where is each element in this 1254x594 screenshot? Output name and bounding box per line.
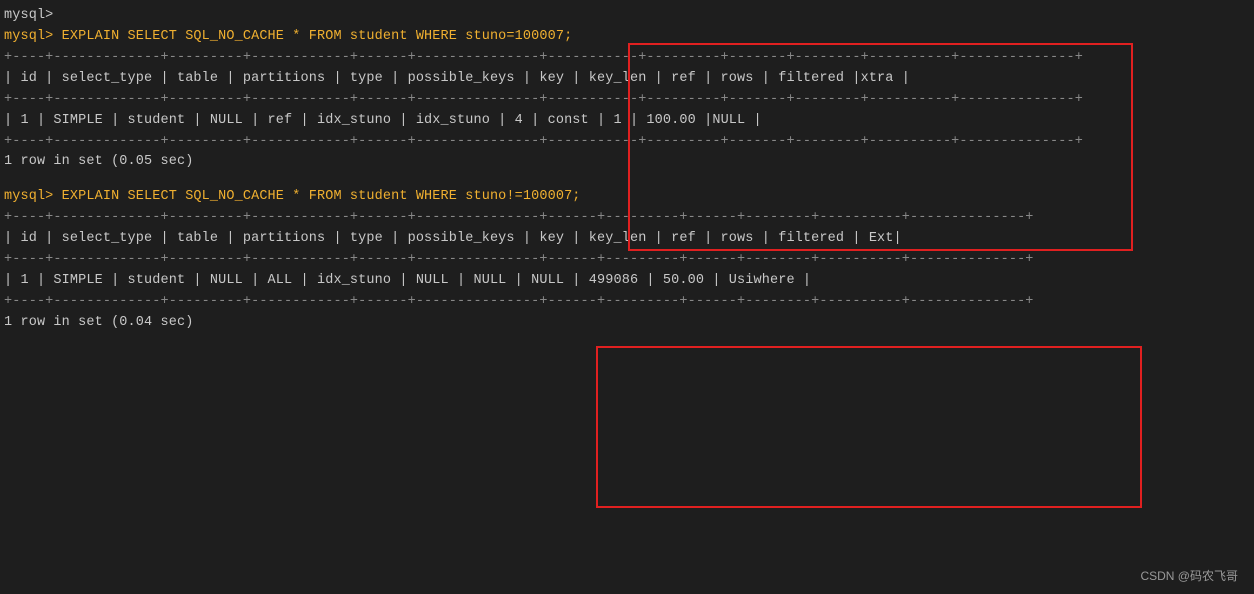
dash-line-2b: +----+-------------+---------+----------… [4, 250, 1250, 271]
watermark: CSDN @码农飞哥 [1140, 567, 1238, 584]
command-line-2: mysql> EXPLAIN SELECT SQL_NO_CACHE * FRO… [4, 187, 1250, 208]
dash-line-1b: +----+-------------+---------+----------… [4, 90, 1250, 111]
block1: mysql> mysql> EXPLAIN SELECT SQL_NO_CACH… [4, 6, 1250, 173]
block2: mysql> EXPLAIN SELECT SQL_NO_CACHE * FRO… [4, 187, 1250, 333]
dash-line-2a: +----+-------------+---------+----------… [4, 208, 1250, 229]
command-line-1: mysql> EXPLAIN SELECT SQL_NO_CACHE * FRO… [4, 27, 1250, 48]
result-line-1: 1 row in set (0.05 sec) [4, 152, 1250, 173]
result-line-2: 1 row in set (0.04 sec) [4, 313, 1250, 334]
header-line-1: | id | select_type | table | partitions … [4, 69, 1250, 90]
data-line-2: | 1 | SIMPLE | student | NULL | ALL | id… [4, 271, 1250, 292]
highlight-box-2 [596, 346, 1142, 508]
prev-prompt-line: mysql> [4, 6, 1250, 27]
dash-line-2c: +----+-------------+---------+----------… [4, 292, 1250, 313]
dash-line-1c: +----+-------------+---------+----------… [4, 132, 1250, 153]
header-line-2: | id | select_type | table | partitions … [4, 229, 1250, 250]
terminal: mysql> mysql> EXPLAIN SELECT SQL_NO_CACH… [0, 0, 1254, 594]
dash-line-1a: +----+-------------+---------+----------… [4, 48, 1250, 69]
data-line-1: | 1 | SIMPLE | student | NULL | ref | id… [4, 111, 1250, 132]
